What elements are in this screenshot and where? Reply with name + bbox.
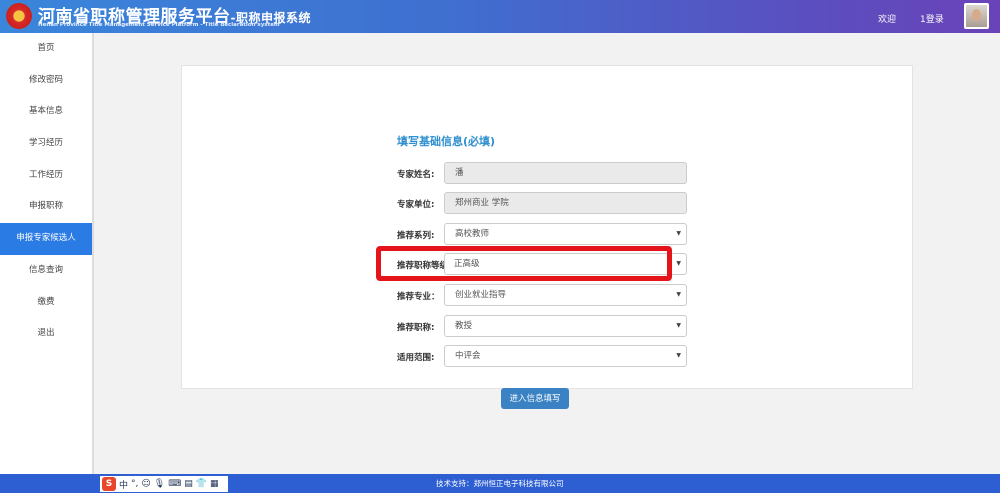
ime-mode-label[interactable]: 中 [119,478,128,491]
microphone-icon[interactable]: 🎙 [154,479,165,489]
grid-icon[interactable]: ▦ [210,479,219,489]
sidebar-item-apply-title[interactable]: 申报职称 [0,191,92,223]
expert-name-input[interactable]: 潘 [444,162,687,184]
expert-unit-label: 专家单位: [397,200,435,210]
national-emblem-icon [6,3,32,29]
scope-select[interactable]: 中评会 ▼ [444,345,687,367]
sidebar-item-logout[interactable]: 退出 [0,318,92,350]
series-label: 推荐系列: [397,231,435,241]
enter-info-button[interactable]: 进入信息填写 [501,388,569,409]
emoji-icon[interactable]: ☺ [141,479,150,489]
header: 河南省职称管理服务平台-职称申报系统 Henan Province Title … [0,0,1000,33]
avatar[interactable] [964,3,989,29]
skin-icon[interactable]: 👕 [196,479,207,489]
ime-toolbar[interactable]: S 中 °, ☺ 🎙 ⌨ ▤ 👕 ▦ [100,476,228,492]
major-select[interactable]: 创业就业指导 ▼ [444,284,687,306]
sidebar-item-home[interactable]: 首页 [0,33,92,65]
series-select[interactable]: 高校教师 ▼ [444,223,687,245]
scope-label: 适用范围: [397,353,435,363]
sidebar-item-education[interactable]: 学习经历 [0,128,92,160]
welcome-text: 欢迎 [878,15,897,25]
sidebar-item-expert-candidate[interactable]: 申报专家候选人 [0,223,92,255]
major-row: 推荐专业： 创业就业指导 ▼ [397,284,687,306]
major-label: 推荐专业： [397,292,440,302]
title-label: 推荐职称: [397,323,435,333]
sidebar-item-change-password[interactable]: 修改密码 [0,65,92,97]
sidebar-item-basic-info[interactable]: 基本信息 [0,96,92,128]
chevron-down-icon: ▼ [676,322,681,329]
sidebar-item-info-query[interactable]: 信息查询 [0,255,92,287]
title-level-value[interactable]: 正高级 [446,254,664,274]
chevron-down-icon: ▼ [676,352,681,359]
form-title: 填写基础信息(必填) [397,135,496,148]
login-link[interactable]: 1登录 [920,12,944,25]
expert-unit-input[interactable]: 郑州商业 学院 [444,192,687,214]
toolbox-icon[interactable]: ▤ [184,479,193,489]
footer-text: 技术支持：郑州恒正电子科技有限公司 [436,479,564,488]
chevron-down-icon: ▼ [676,260,681,267]
title-row: 推荐职称: 教授 ▼ [397,315,687,337]
expert-name-row: 专家姓名: 潘 [397,162,687,184]
sidebar-item-work-history[interactable]: 工作经历 [0,160,92,192]
chevron-down-icon: ▼ [676,230,681,237]
keyboard-icon[interactable]: ⌨ [168,479,181,489]
sidebar: 首页 修改密码 基本信息 学习经历 工作经历 申报职称 申报专家候选人 信息查询… [0,33,94,474]
sidebar-item-payment[interactable]: 缴费 [0,287,92,319]
series-row: 推荐系列: 高校教师 ▼ [397,223,687,245]
title-select[interactable]: 教授 ▼ [444,315,687,337]
punctuation-icon[interactable]: °, [131,479,138,489]
expert-name-label: 专家姓名: [397,170,435,180]
scope-row: 适用范围: 中评会 ▼ [397,345,687,367]
site-subtitle: Henan Province Title Management Service … [38,22,280,28]
sogou-logo-icon: S [102,477,116,491]
expert-unit-row: 专家单位: 郑州商业 学院 [397,192,687,214]
chevron-down-icon: ▼ [676,291,681,298]
